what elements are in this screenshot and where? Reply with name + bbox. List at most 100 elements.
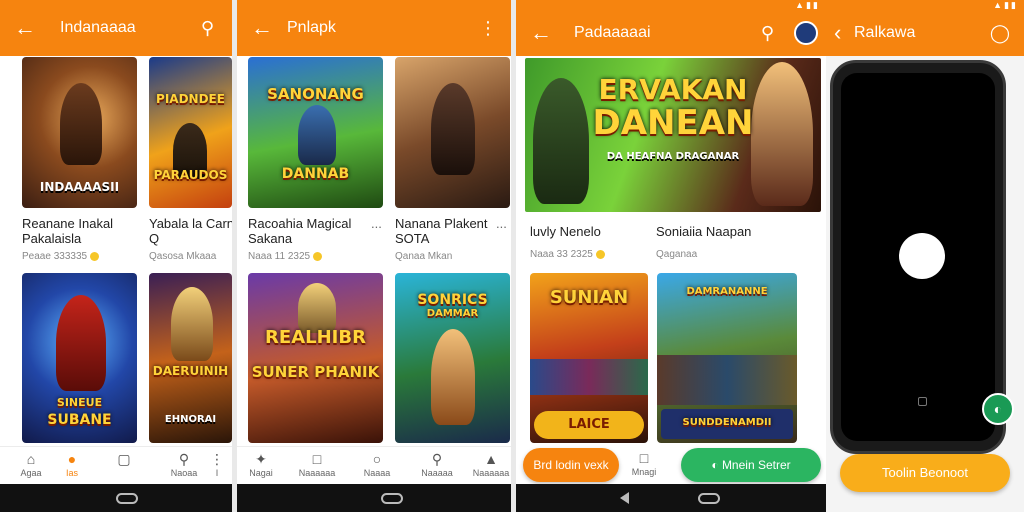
search-icon[interactable]: ⚲: [761, 24, 774, 42]
nav-label: Nagai: [249, 468, 273, 478]
login-pill-button[interactable]: Brd lodin vexk: [523, 448, 619, 482]
chat-icon: □: [312, 451, 322, 467]
game-title[interactable]: Nanana Plakent: [395, 216, 488, 232]
game-title[interactable]: Soniaiia Naapan: [656, 224, 751, 240]
card-more-icon[interactable]: ...: [496, 216, 507, 231]
coin-icon: [313, 251, 323, 261]
search-icon: ⚲: [178, 451, 190, 467]
nav-item-search[interactable]: ⚲ Naoaa: [164, 451, 204, 478]
card-more-icon[interactable]: ...: [371, 216, 382, 231]
coin-icon: [595, 249, 605, 259]
nav-label: Agaa: [20, 468, 42, 478]
primary-button[interactable]: Toolin Beonoot: [840, 454, 1010, 492]
card-logo-text: SINEUE: [56, 396, 103, 409]
app-bar: ‹ Ralkawa ◯: [826, 10, 1024, 56]
screens-collage: ← Indanaaaa ⚲ INDAAAASII PIADNDEE PARAUD…: [0, 0, 1024, 512]
page-title: Ralkawa: [854, 24, 916, 41]
card-logo-subtext: SUNER PHANIK: [251, 363, 380, 381]
character-figure: [171, 287, 213, 361]
whatsapp-icon: ◐: [711, 458, 722, 472]
nav-item-games[interactable]: ● Ias: [52, 451, 92, 478]
game-card[interactable]: DAERUINIH EHNORAI: [149, 273, 232, 443]
featured-banner[interactable]: ERVAKAN DANEAN DA HEAFNA DRAGANAR: [525, 58, 821, 212]
nav-label: Naaaaa: [421, 468, 453, 478]
game-meta: Qanaa Mkan: [395, 251, 453, 262]
bottom-nav: ⌂ Agaa ● Ias ▢ ⚲ Naoaa ⋮ I: [0, 446, 232, 484]
back-chevron-icon[interactable]: ‹: [834, 22, 841, 44]
game-card[interactable]: REALHIBR SUNER PHANIK: [248, 273, 383, 443]
trophy-icon: ▲: [484, 451, 498, 467]
primary-action-button[interactable]: ◐ Mnein Setrer: [681, 448, 821, 482]
primary-action-label: Mnein Setrer: [721, 458, 791, 472]
status-bar: ▲▮▮: [826, 0, 1024, 10]
banner-tagline: DA HEAFNA DRAGANAR: [606, 151, 740, 162]
game-card[interactable]: SINEUE SUBANE: [22, 273, 137, 443]
card-logo-subtext: EHNORAI: [164, 414, 217, 425]
nav-item-4[interactable]: ⚲ Naaaaa: [417, 451, 457, 478]
game-card[interactable]: INDAAAASII: [22, 57, 137, 208]
screen-4: ▲▮▮ ‹ Ralkawa ◯ ◐ Toolin Beonoot: [826, 0, 1024, 512]
signal-battery-icon: ▲▮▮: [795, 0, 820, 10]
character-strip: [657, 355, 797, 405]
nav-item-store[interactable]: □ Mnagi: [628, 450, 660, 477]
capture-circle-icon[interactable]: [899, 233, 945, 279]
nav-label: Naaaaaa: [472, 468, 510, 478]
card-cta-text: SUNDDENAMDII: [682, 417, 772, 428]
banner-title-line1: ERVAKAN: [598, 73, 748, 106]
overflow-menu-icon[interactable]: ⋮: [479, 19, 497, 37]
nav-item-home[interactable]: ⌂ Agaa: [11, 451, 51, 478]
nav-item-store[interactable]: ▢: [104, 451, 144, 468]
store-icon: ○: [372, 451, 382, 467]
games-icon: ●: [67, 451, 77, 467]
back-arrow-icon[interactable]: ←: [251, 17, 273, 39]
sparkle-icon: ✦: [255, 451, 267, 467]
card-cta-strip: LAICE: [534, 411, 644, 439]
nav-item-more[interactable]: ⋮ I: [205, 451, 229, 478]
game-title-line2[interactable]: Sakana: [248, 231, 292, 247]
nav-item-1[interactable]: ✦ Nagai: [241, 451, 281, 478]
search-icon[interactable]: ⚲: [201, 19, 214, 37]
card-logo-subtext: DANNAB: [281, 166, 350, 182]
home-button-icon[interactable]: [698, 493, 720, 504]
card-logo-subtext: DAMMAR: [426, 308, 479, 319]
profile-icon[interactable]: ◯: [990, 24, 1010, 42]
game-meta: Naaa 33 2325: [530, 249, 605, 260]
character-strip: [530, 359, 648, 395]
bottom-nav: ✦ Nagai □ Naaaaaa ○ Naaaa ⚲ Naaaaa ▲ Naaaaaa: [237, 446, 511, 484]
game-card[interactable]: SONRICS DAMMAR: [395, 273, 510, 443]
status-bar: ▲▮▮: [516, 0, 826, 10]
nav-item-3[interactable]: ○ Naaaa: [357, 451, 397, 478]
game-card[interactable]: PIADNDEE PARAUDOS: [149, 57, 232, 208]
home-button-icon[interactable]: [381, 493, 403, 504]
nav-label: Mnagi: [631, 467, 657, 477]
character-figure: [431, 329, 475, 425]
game-title[interactable]: Reanane Inakal: [22, 216, 113, 232]
game-title-line2[interactable]: SOTA: [395, 231, 429, 247]
card-logo-text: SANONANG: [267, 85, 364, 103]
card-cta-strip: SUNDDENAMDII: [661, 409, 793, 439]
nav-item-2[interactable]: □ Naaaaaa: [297, 451, 337, 478]
character-figure: [298, 283, 336, 333]
page-title: Padaaaaai: [574, 24, 651, 41]
game-title[interactable]: luvly Nenelo: [530, 224, 601, 240]
card-logo-text: DAERUINIH: [152, 364, 229, 378]
back-button-icon[interactable]: [620, 492, 629, 504]
game-title[interactable]: Yabala la Carna: [149, 216, 232, 232]
game-title-line2[interactable]: Q: [149, 231, 159, 247]
back-arrow-icon[interactable]: ←: [530, 22, 552, 44]
nav-item-5[interactable]: ▲ Naaaaaa: [471, 451, 511, 478]
game-meta-text: Naaa 33 2325: [530, 249, 593, 260]
game-card[interactable]: SANONANG DANNAB: [248, 57, 383, 208]
home-icon: ⌂: [26, 451, 36, 467]
game-title-line2[interactable]: Pakalaisla: [22, 231, 81, 247]
screen-1: ← Indanaaaa ⚲ INDAAAASII PIADNDEE PARAUD…: [0, 0, 232, 512]
game-title[interactable]: Racoahia Magical: [248, 216, 351, 232]
home-button-icon[interactable]: [116, 493, 138, 504]
game-card[interactable]: DAMRANANNE SUNDDENAMDII: [657, 273, 797, 443]
back-arrow-icon[interactable]: ←: [14, 17, 36, 39]
whatsapp-fab-icon[interactable]: ◐: [982, 393, 1014, 425]
store-icon: □: [639, 450, 649, 466]
game-card[interactable]: SUNIAN LAICE: [530, 273, 648, 443]
avatar[interactable]: [794, 21, 818, 45]
game-card[interactable]: [395, 57, 510, 208]
